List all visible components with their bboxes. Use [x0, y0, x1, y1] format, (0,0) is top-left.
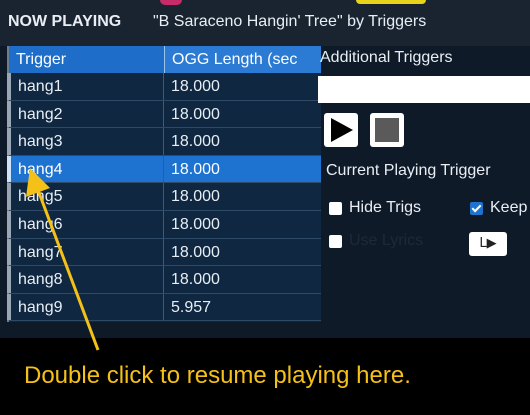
length-cell: 18.000 [171, 105, 220, 123]
use-lyrics-checkbox[interactable] [329, 235, 342, 248]
play-icon [331, 118, 353, 142]
table-row-selected[interactable]: hang4 18.000 [7, 155, 321, 184]
trigger-panel: Trigger OGG Length (sec hang1 18.000 hang… [0, 46, 530, 338]
now-playing-title: NOW PLAYING [8, 13, 122, 30]
trigger-table: Trigger OGG Length (sec hang1 18.000 hang… [7, 46, 321, 322]
trigger-cell: hang6 [7, 210, 164, 238]
current-playing-trigger-label: Current Playing Trigger [326, 162, 491, 179]
length-cell: 5.957 [171, 298, 212, 316]
hide-trigs-checkbox[interactable] [329, 202, 342, 215]
additional-triggers-input[interactable] [318, 76, 530, 103]
trigger-cell: hang7 [7, 238, 164, 266]
table-row[interactable]: hang2 18.000 [7, 100, 321, 129]
hide-trigs-label[interactable]: Hide Trigs [349, 199, 421, 217]
trigger-cell: hang4 [7, 155, 164, 183]
instruction-caption: Double click to resume playing here. [24, 362, 411, 389]
column-header-trigger[interactable]: Trigger [9, 46, 165, 73]
length-cell: 18.000 [171, 243, 220, 261]
trigger-cell: hang3 [7, 128, 164, 155]
stop-icon [375, 118, 399, 142]
length-cell: 18.000 [171, 188, 220, 206]
trigger-cell: hang2 [7, 100, 164, 128]
lyrics-button[interactable]: L▶ [469, 232, 507, 256]
table-row[interactable]: hang6 18.000 [7, 210, 321, 239]
now-playing-header: NOW PLAYING "B Saraceno Hangin' Tree" by… [0, 0, 530, 46]
length-cell: 18.000 [171, 271, 220, 289]
table-row[interactable]: hang1 18.000 [7, 73, 321, 101]
window-control-glow [160, 0, 182, 5]
keep-checkbox[interactable] [470, 202, 483, 215]
keep-label[interactable]: Keep [490, 199, 527, 217]
column-header-ogg-length[interactable]: OGG Length (sec [165, 46, 321, 73]
table-row[interactable]: hang7 18.000 [7, 238, 321, 267]
table-header: Trigger OGG Length (sec [9, 46, 321, 73]
trigger-cell: hang5 [7, 183, 164, 210]
table-row[interactable]: hang8 18.000 [7, 266, 321, 294]
play-button[interactable] [324, 113, 358, 147]
length-cell: 18.000 [171, 160, 220, 178]
table-row[interactable]: hang3 18.000 [7, 128, 321, 156]
stop-button[interactable] [370, 113, 404, 147]
table-row[interactable]: hang9 5.957 [7, 293, 321, 322]
length-cell: 18.000 [171, 133, 220, 151]
controls-pane: Additional Triggers Current Playing Trig… [318, 46, 530, 338]
length-cell: 18.000 [171, 78, 220, 95]
trigger-cell: hang1 [7, 73, 164, 100]
additional-triggers-label: Additional Triggers [320, 49, 453, 66]
trigger-cell: hang9 [7, 293, 164, 321]
table-row[interactable]: hang5 18.000 [7, 183, 321, 211]
trigger-cell: hang8 [7, 266, 164, 293]
song-title: "B Saraceno Hangin' Tree" by Triggers [153, 13, 427, 30]
use-lyrics-label[interactable]: Use Lyrics [349, 232, 423, 250]
highlight-glow [356, 0, 426, 4]
length-cell: 18.000 [171, 215, 220, 233]
